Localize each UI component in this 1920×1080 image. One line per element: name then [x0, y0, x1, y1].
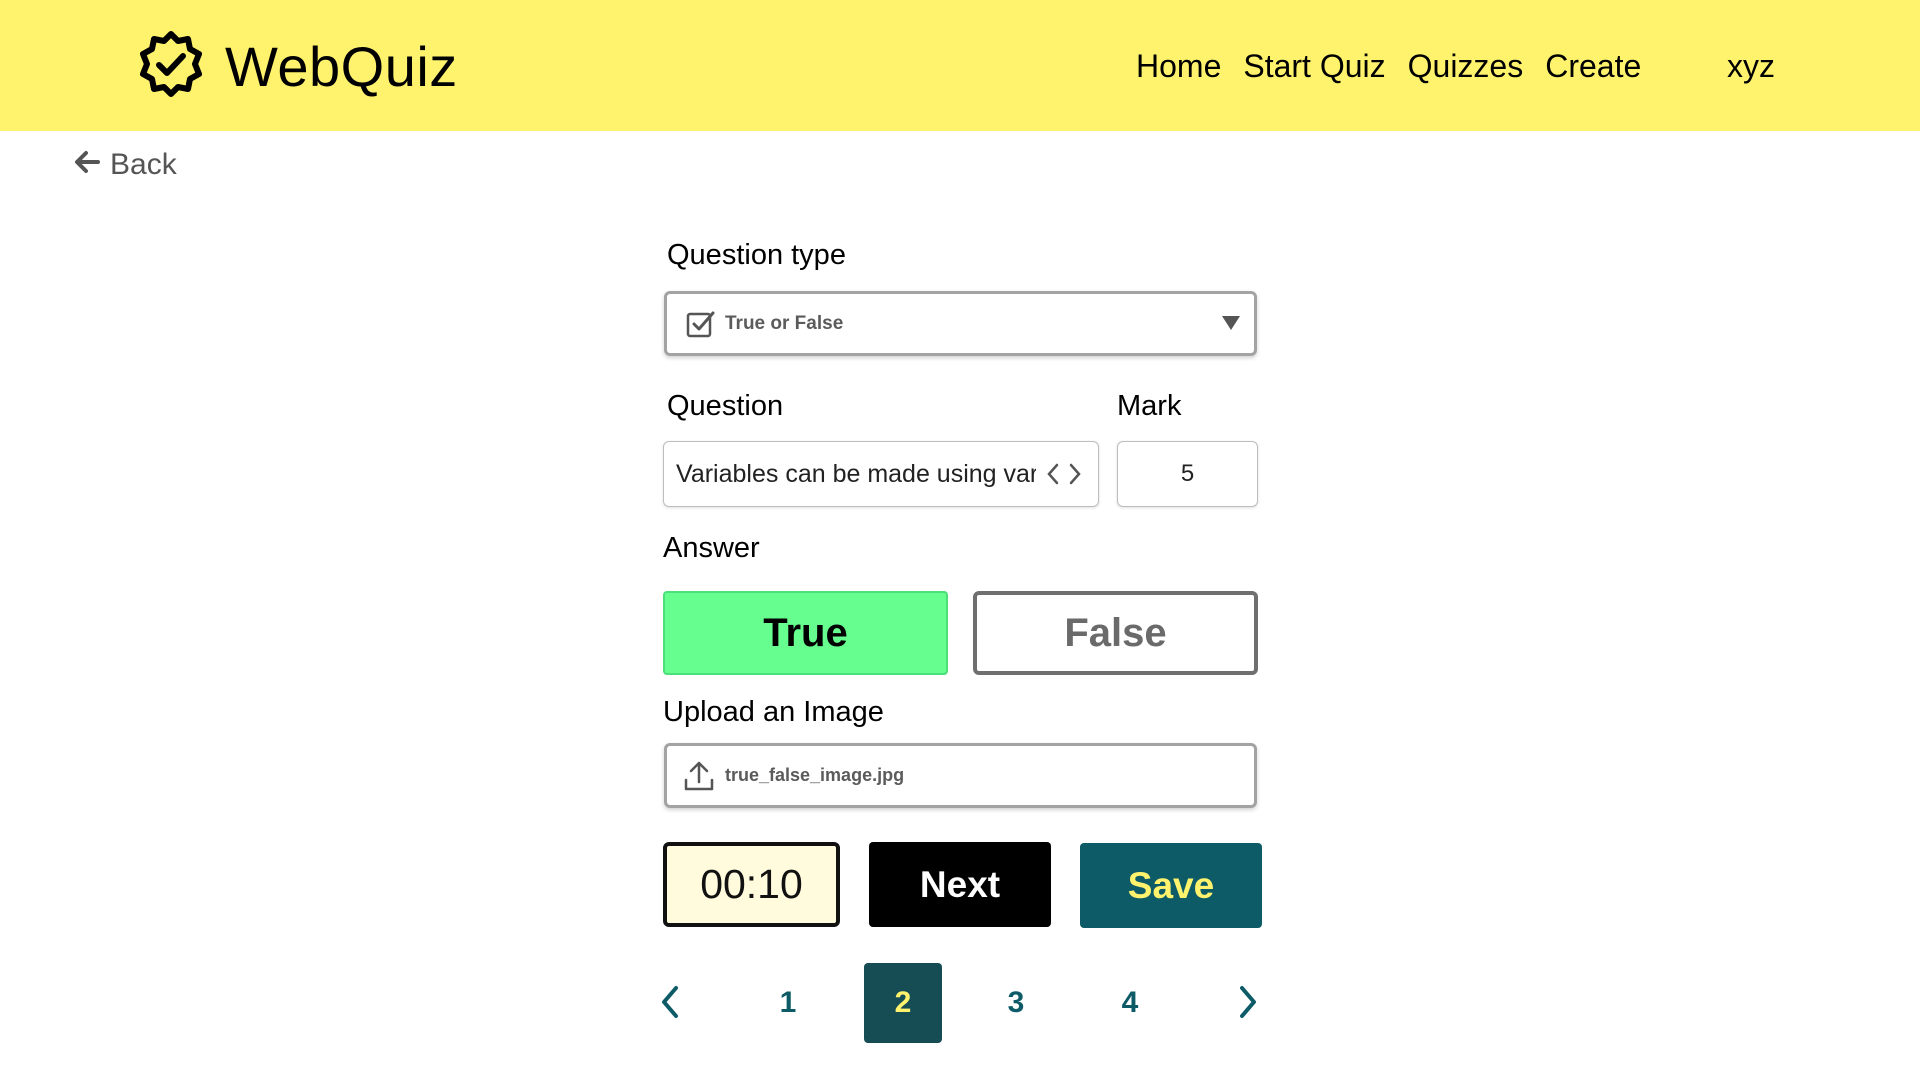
- user-menu[interactable]: xyz: [1727, 48, 1775, 85]
- question-input-value: Variables can be made using var: [676, 459, 1036, 488]
- next-page-icon[interactable]: [1238, 985, 1258, 1024]
- page-2[interactable]: 2: [864, 963, 942, 1043]
- save-button[interactable]: Save: [1080, 843, 1262, 928]
- verified-badge-icon: [137, 30, 205, 103]
- checkbox-icon: [685, 309, 715, 339]
- chevron-left-icon[interactable]: [1046, 462, 1060, 491]
- nav-create[interactable]: Create: [1545, 48, 1641, 85]
- brand-logo-link[interactable]: WebQuiz: [137, 30, 458, 103]
- back-link[interactable]: Back: [74, 148, 177, 182]
- timer-display[interactable]: 00:10: [663, 842, 840, 927]
- question-type-label: Question type: [667, 239, 846, 271]
- question-type-select[interactable]: True or False: [664, 291, 1257, 356]
- nav-start-quiz[interactable]: Start Quiz: [1243, 48, 1385, 85]
- next-button[interactable]: Next: [869, 842, 1051, 927]
- question-label: Question: [667, 390, 784, 422]
- answer-true-button[interactable]: True: [663, 591, 948, 675]
- mark-input[interactable]: 5: [1117, 441, 1258, 507]
- answer-label: Answer: [663, 532, 760, 564]
- page-3[interactable]: 3: [977, 963, 1055, 1043]
- nav-quizzes[interactable]: Quizzes: [1408, 48, 1524, 85]
- nav-home[interactable]: Home: [1136, 48, 1221, 85]
- upload-icon: [683, 760, 715, 792]
- arrow-left-icon: [74, 148, 100, 182]
- prev-page-icon[interactable]: [660, 985, 680, 1024]
- caret-down-icon: [1222, 316, 1240, 330]
- answer-false-button[interactable]: False: [973, 591, 1258, 675]
- scroll-arrows: [1046, 462, 1082, 491]
- page-4[interactable]: 4: [1091, 963, 1169, 1043]
- upload-label: Upload an Image: [663, 696, 884, 728]
- page-1[interactable]: 1: [749, 963, 827, 1043]
- chevron-right-icon[interactable]: [1068, 462, 1082, 491]
- mark-label: Mark: [1117, 390, 1182, 422]
- question-type-value: True or False: [725, 312, 844, 334]
- top-navbar: WebQuiz Home Start Quiz Quizzes Create x…: [0, 0, 1920, 131]
- back-label: Back: [110, 148, 177, 181]
- nav-menu: Home Start Quiz Quizzes Create: [1136, 48, 1663, 85]
- brand-title: WebQuiz: [225, 35, 458, 98]
- question-input[interactable]: Variables can be made using var: [663, 441, 1099, 507]
- image-upload-field[interactable]: true_false_image.jpg: [664, 743, 1257, 808]
- upload-file-name: true_false_image.jpg: [725, 765, 905, 785]
